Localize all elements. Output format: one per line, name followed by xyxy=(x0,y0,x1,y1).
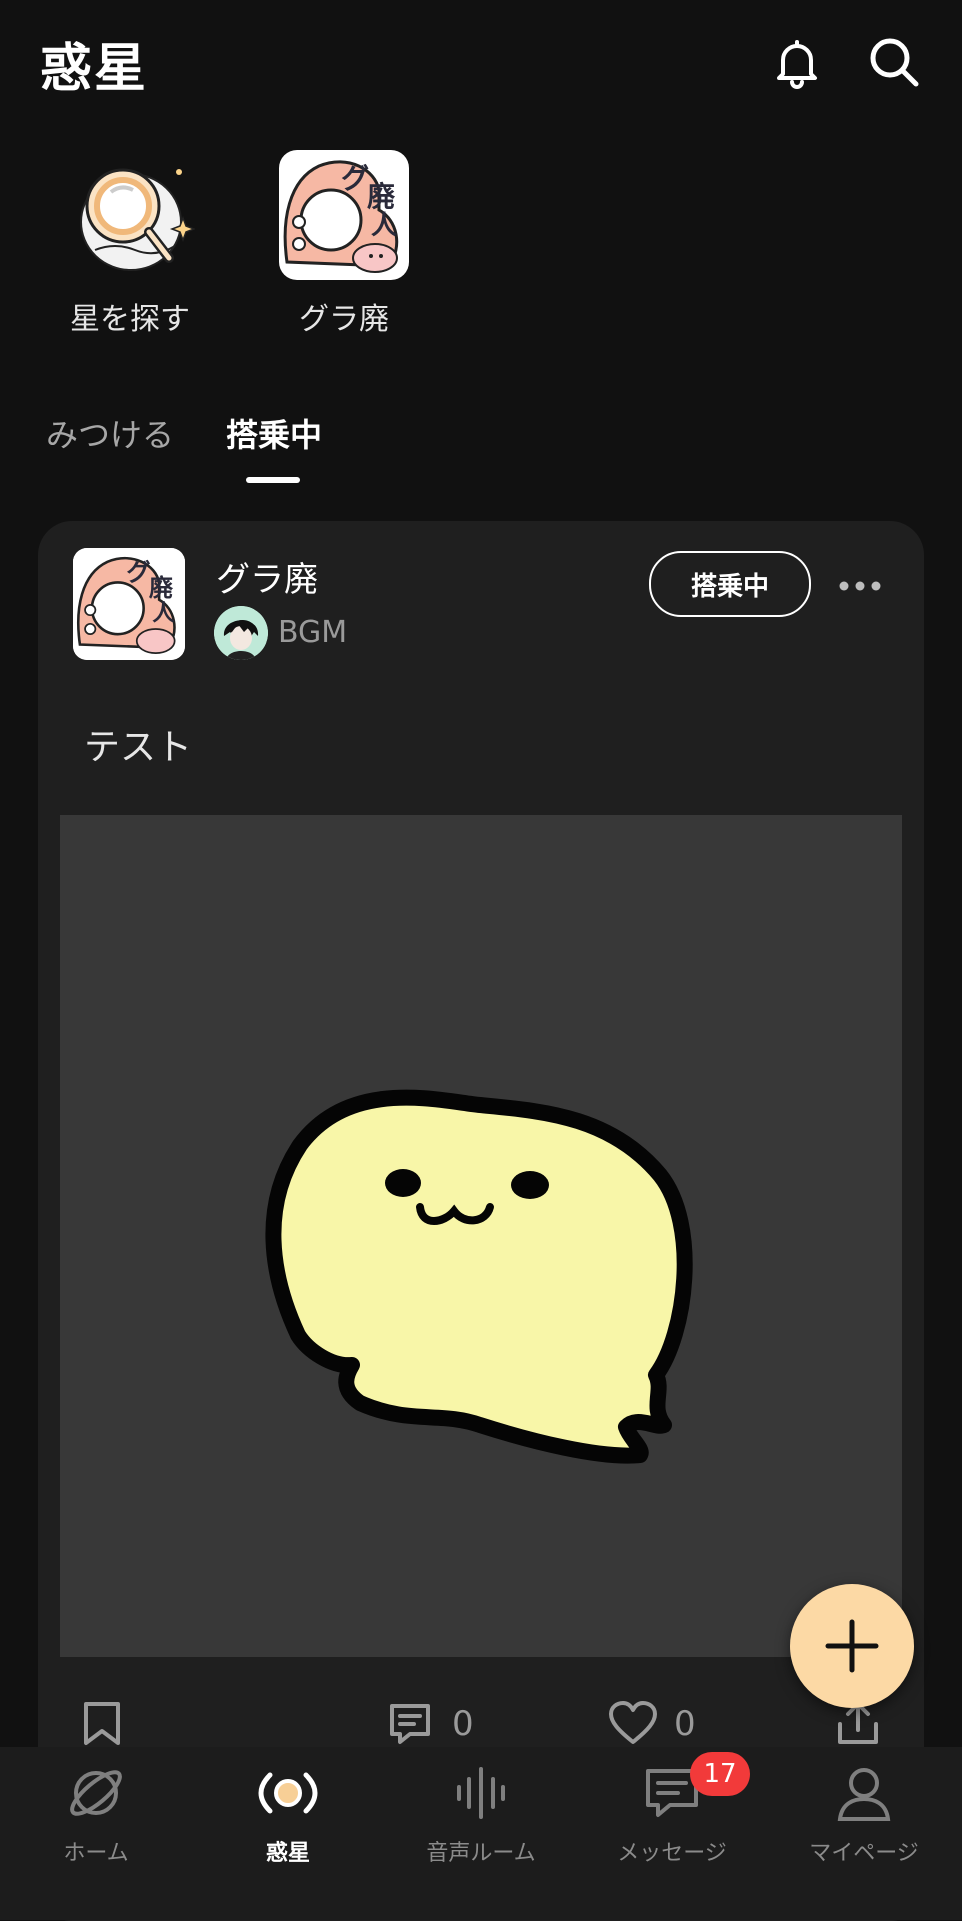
more-options-icon[interactable] xyxy=(836,570,884,602)
nav-label: 惑星 xyxy=(265,1841,310,1866)
plus-icon xyxy=(825,1619,879,1673)
tab-boarding[interactable]: 搭乗中 xyxy=(226,410,322,456)
svg-text:人: 人 xyxy=(152,600,175,626)
sound-wave-icon xyxy=(457,1767,505,1819)
search-icon[interactable] xyxy=(862,30,926,94)
planet-icon xyxy=(70,1770,122,1816)
user-avatar[interactable] xyxy=(214,606,268,660)
comment-icon[interactable] xyxy=(386,1700,434,1746)
message-badge: 17 xyxy=(690,1752,750,1796)
explore-planets-shortcut[interactable]: 星を探す xyxy=(55,150,205,338)
post-text: テスト xyxy=(84,727,193,768)
svg-text:廃: 廃 xyxy=(367,180,396,213)
shortcut-label: グラ廃 xyxy=(299,302,389,337)
heart-icon[interactable] xyxy=(608,1700,658,1746)
nav-label: ホーム xyxy=(63,1841,129,1866)
planet-name[interactable]: グラ廃 xyxy=(216,552,318,601)
tab-discover[interactable]: みつける xyxy=(46,410,174,456)
svg-text:人: 人 xyxy=(371,211,397,241)
svg-text:グ: グ xyxy=(126,559,150,587)
post-image[interactable] xyxy=(60,815,902,1657)
channel-name[interactable]: BGM xyxy=(278,615,347,650)
planet-avatar: グ 廃 人 xyxy=(279,150,409,280)
nav-item-voice-room[interactable]: 音声ルーム xyxy=(396,1761,566,1867)
broadcast-icon xyxy=(258,1772,318,1814)
svg-text:グ: グ xyxy=(341,162,369,195)
like-count: 0 xyxy=(674,1704,696,1744)
tab-active-indicator xyxy=(246,477,300,483)
nav-label: メッセージ xyxy=(617,1841,727,1866)
planet-shortcut-gurahai[interactable]: グ 廃 人 グラ廃 xyxy=(269,150,419,338)
create-post-button[interactable] xyxy=(790,1584,914,1708)
comment-count: 0 xyxy=(452,1704,474,1744)
nav-item-planets[interactable]: 惑星 xyxy=(203,1761,373,1867)
nav-item-mypage[interactable]: マイページ xyxy=(779,1761,949,1867)
nav-label: マイページ xyxy=(809,1841,919,1866)
bookmark-icon[interactable] xyxy=(80,1700,124,1746)
bell-icon[interactable] xyxy=(765,30,829,94)
svg-text:廃: 廃 xyxy=(149,574,174,602)
user-icon xyxy=(837,1768,891,1821)
nav-item-home[interactable]: ホーム xyxy=(11,1761,181,1867)
page-title: 惑星 xyxy=(40,39,149,99)
planet-avatar[interactable]: グ 廃 人 xyxy=(73,548,185,660)
bottom-navigation: ホーム 惑星 音声ルーム メッセージ マイページ xyxy=(0,1747,962,1920)
nav-label: 音声ルーム xyxy=(426,1841,536,1866)
shortcut-label: 星を探す xyxy=(70,302,190,337)
explore-planet-image xyxy=(65,150,195,280)
boarding-button[interactable]: 搭乗中 xyxy=(649,551,811,617)
